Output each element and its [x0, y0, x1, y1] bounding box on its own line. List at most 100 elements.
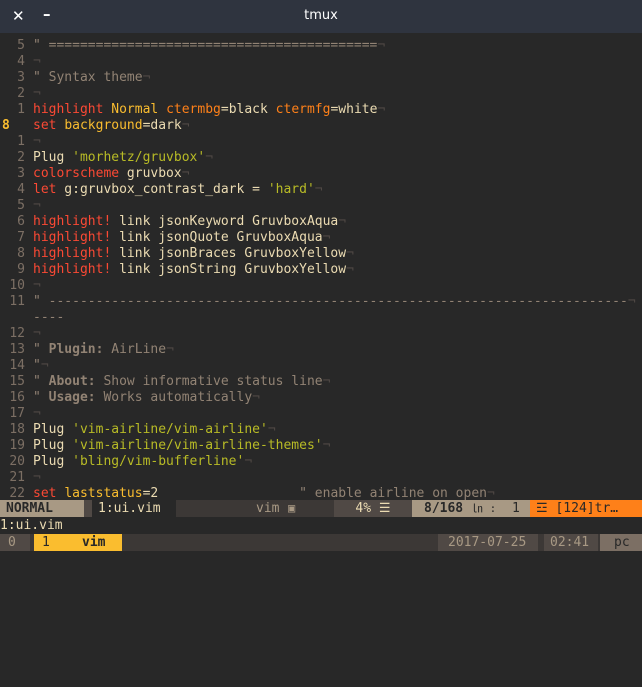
eol-marker: ¬ — [267, 422, 276, 437]
code-token: " — [33, 390, 49, 405]
editor-line[interactable]: 19 Plug 'vim-airline/vim-airline-themes'¬ — [0, 438, 642, 454]
tmux-time: 02:41 — [544, 534, 598, 551]
eol-marker: ¬ — [338, 214, 347, 229]
editor-line[interactable]: 4 ¬ — [0, 54, 642, 70]
editor-line[interactable]: 11 " ------------------------------------… — [0, 294, 642, 310]
eol-marker: ¬ — [33, 470, 41, 485]
editor-line[interactable]: 2 Plug 'morhetz/gruvbox'¬ — [0, 150, 642, 166]
line-number: 16 — [9, 390, 25, 405]
command-line[interactable]: 1:ui.vim — [0, 517, 642, 534]
line-number: 13 — [9, 342, 25, 357]
editor-line[interactable]: 1 ¬ — [0, 134, 642, 150]
buffer-name[interactable]: 1:ui.vim — [92, 500, 176, 517]
editor-line[interactable]: 21 ¬ — [0, 470, 642, 486]
code-token: AirLine — [103, 342, 167, 357]
line-number: 11 — [9, 294, 25, 309]
editor-line[interactable]: 5 ¬ — [0, 198, 642, 214]
editor-line[interactable]: 17 ¬ — [0, 406, 642, 422]
editor-line[interactable]: 3 " Syntax theme¬ — [0, 70, 642, 86]
editor-line[interactable]: 16 " Usage: Works automatically¬ — [0, 390, 642, 406]
code-token: Plugin: — [48, 342, 104, 357]
warning-section: ☲ [124]tr… — [530, 500, 642, 517]
editor-line[interactable]: 10 ¬ — [0, 278, 642, 294]
eol-marker: ¬ — [166, 342, 174, 357]
editor-line[interactable]: 13 " Plugin: AirLine¬ — [0, 342, 642, 358]
line-number: 6 — [17, 214, 25, 229]
eol-marker: ¬ — [486, 486, 495, 500]
line-number: 3 — [17, 70, 25, 85]
line-number: 8 — [2, 118, 10, 133]
line-number: 5 — [17, 38, 25, 53]
editor-line[interactable]: 3 colorscheme gruvbox¬ — [0, 166, 642, 182]
code-token: Works automatically — [95, 390, 253, 405]
editor-line[interactable]: 22 set laststatus=2 " enable airline on o… — [0, 486, 642, 500]
code-token: Plug — [33, 454, 73, 469]
code-token: " — [33, 358, 41, 373]
file-icon: ▣ — [288, 501, 296, 515]
eol-marker: ¬ — [33, 134, 41, 149]
eol-marker: ¬ — [377, 38, 386, 53]
editor-line[interactable]: 12 ¬ — [0, 326, 642, 342]
mode-indicator: NORMAL — [0, 500, 84, 517]
eol-marker: ¬ — [244, 454, 253, 469]
eol-marker: ¬ — [181, 118, 190, 133]
editor-line[interactable]: 20 Plug 'bling/vim-bufferline'¬ — [0, 454, 642, 470]
line-number: 9 — [17, 262, 25, 277]
tmux-window-index[interactable]: 1 — [34, 534, 74, 551]
code-token: laststatus — [64, 486, 143, 500]
editor-line[interactable]: 8 highlight! link jsonBraces GruvboxYello… — [0, 246, 642, 262]
code-token: colorscheme — [33, 166, 120, 181]
code-token: highlight! — [33, 262, 112, 277]
eol-marker: ¬ — [322, 230, 331, 245]
code-token: Usage: — [48, 390, 96, 405]
eol-marker: ¬ — [322, 438, 331, 453]
editor-line[interactable]: 8 set background=dark¬ — [0, 118, 642, 134]
code-token: " — [33, 374, 49, 389]
editor-line[interactable]: 15 " About: Show informative status line¬ — [0, 374, 642, 390]
eol-marker: ¬ — [33, 54, 41, 69]
editor-line[interactable]: 7 highlight! link jsonQuote GruvboxAqua¬ — [0, 230, 642, 246]
window-title: tmux — [304, 8, 338, 23]
editor-line[interactable]: 18 Plug 'vim-airline/vim-airline'¬ — [0, 422, 642, 438]
eol-marker: ¬ — [346, 262, 354, 277]
line-number: 1 — [17, 134, 25, 149]
line-number: 4 — [17, 54, 25, 69]
code-token: " — [33, 342, 49, 357]
code-token: highlight! — [33, 214, 112, 229]
line-number: 4 — [17, 182, 25, 197]
tmux-window-name[interactable]: vim — [74, 534, 122, 551]
eol-marker: ¬ — [33, 326, 41, 341]
line-number: 18 — [9, 422, 25, 437]
code-token: ctermfg — [275, 102, 331, 117]
editor-line[interactable]: 1 highlight Normal ctermbg=black ctermfg=… — [0, 102, 642, 118]
line-number: 8 — [17, 246, 25, 261]
code-token: ---- — [33, 310, 65, 325]
editor-line[interactable]: 4 let g:gruvbox_contrast_dark = 'hard'¬ — [0, 182, 642, 198]
line-number: 10 — [9, 278, 25, 293]
code-token: 'hard' — [267, 182, 315, 197]
editor-line[interactable]: 5 " =====================================… — [0, 38, 642, 54]
code-token: set — [33, 486, 57, 500]
code-token: " enable airline on open — [299, 486, 487, 500]
line-number: 19 — [9, 438, 25, 453]
vim-editor[interactable]: 5 " =====================================… — [0, 38, 642, 500]
eol-marker: ¬ — [33, 278, 41, 293]
eol-marker: ¬ — [377, 102, 386, 117]
code-token: background — [64, 118, 143, 133]
code-token: link jsonKeyword GruvboxAqua — [111, 214, 339, 229]
percent: 4% ☰ — [334, 500, 412, 517]
code-token: 'vim-airline/vim-airline' — [72, 422, 268, 437]
column-label: ㏑ : — [472, 502, 497, 515]
code-token: 'bling/vim-bufferline' — [72, 454, 245, 469]
line-number: 2 — [17, 86, 25, 101]
editor-line[interactable]: 2 ¬ — [0, 86, 642, 102]
editor-line[interactable]: 14 "¬ — [0, 358, 642, 374]
editor-line[interactable]: ---- — [0, 310, 642, 326]
code-token: =black — [220, 102, 276, 117]
editor-line[interactable]: 6 highlight! link jsonKeyword GruvboxAqua… — [0, 214, 642, 230]
editor-line[interactable]: 9 highlight! link jsonString GruvboxYello… — [0, 262, 642, 278]
eol-marker: ¬ — [205, 150, 214, 165]
line-number: 21 — [9, 470, 25, 485]
line-number: 17 — [9, 406, 25, 421]
line-number: 15 — [9, 374, 25, 389]
